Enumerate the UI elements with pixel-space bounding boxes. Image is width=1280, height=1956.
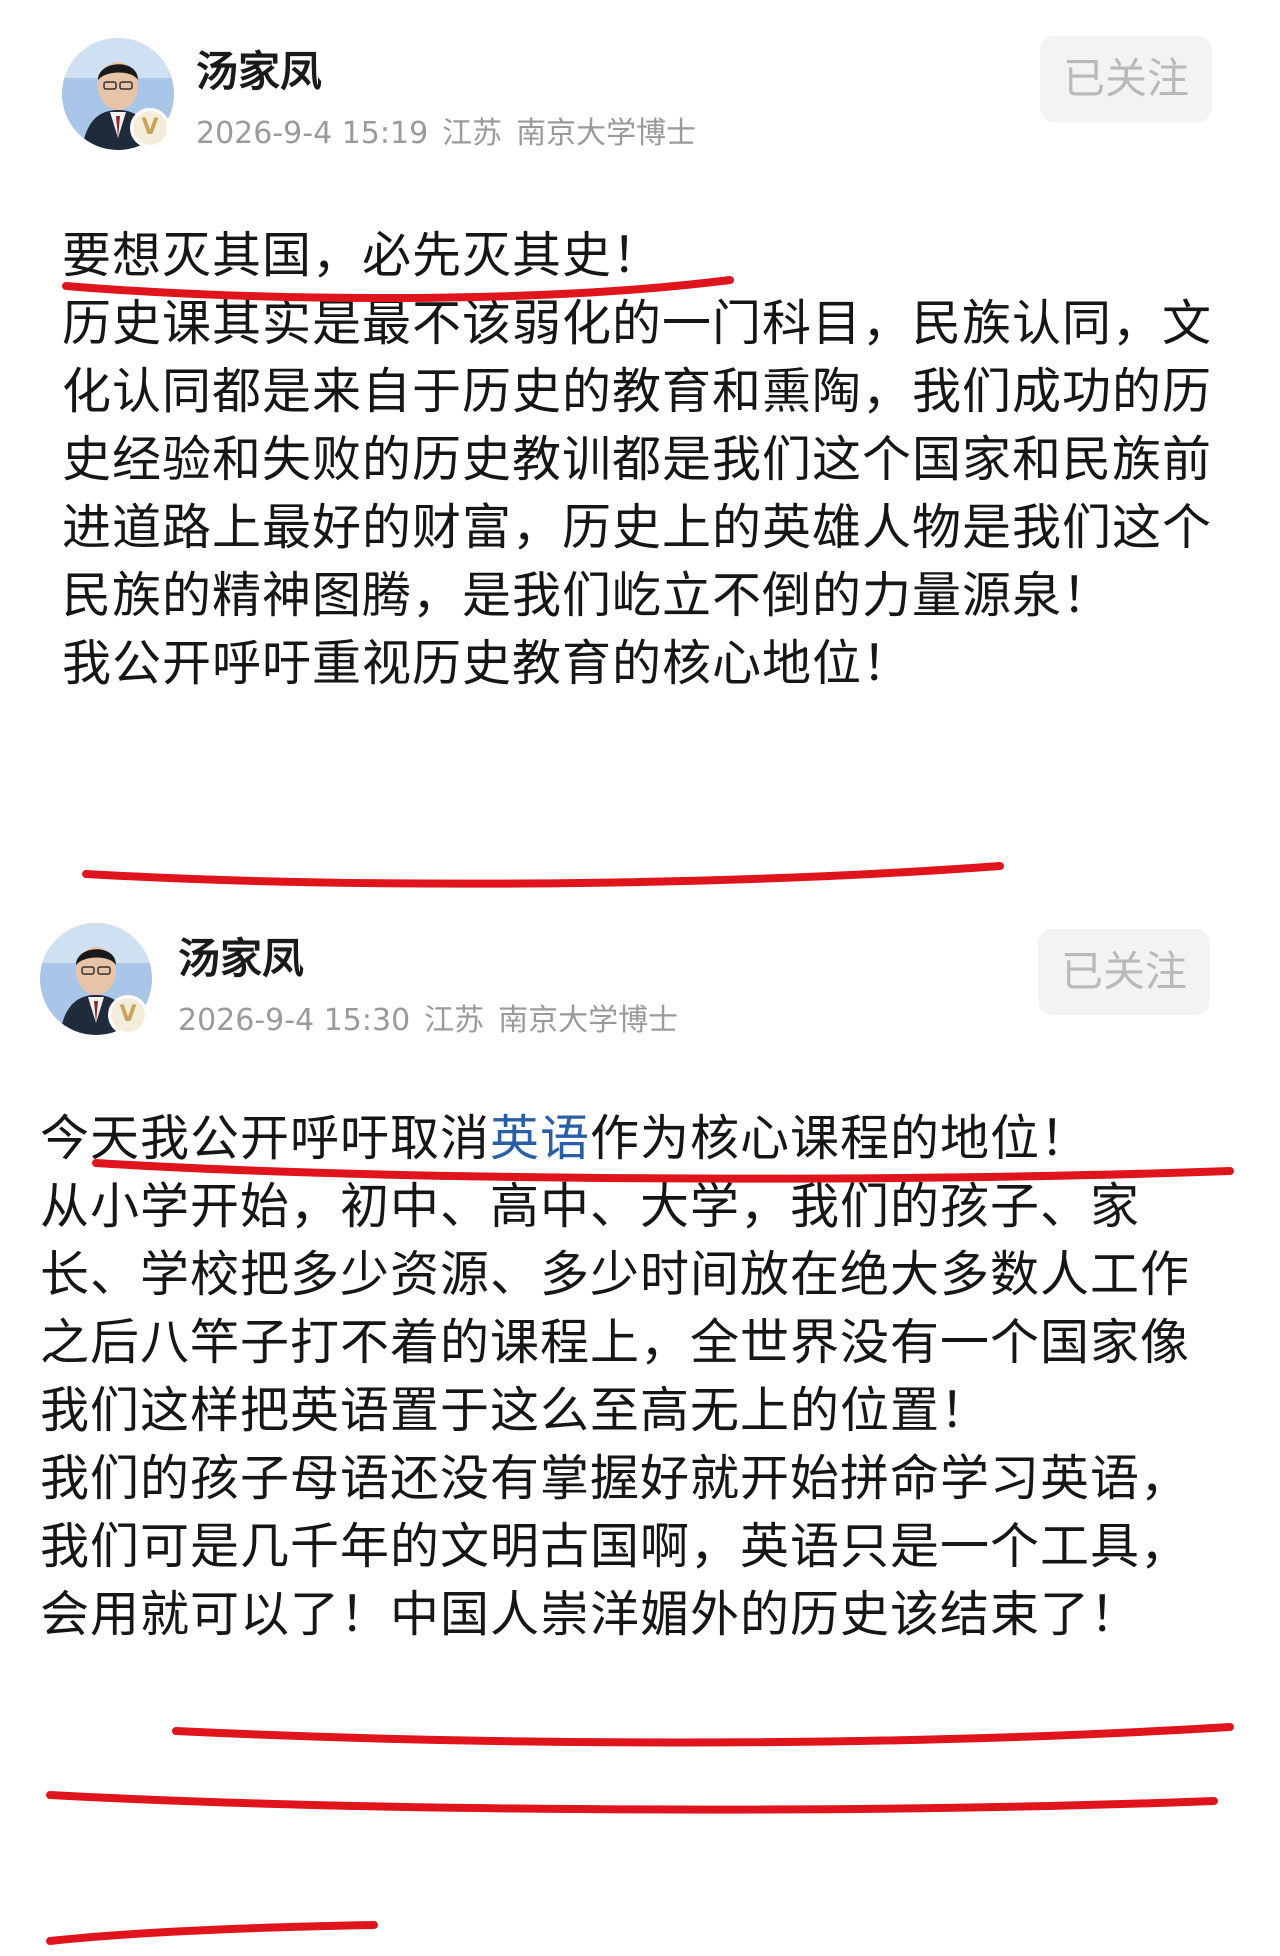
post-datetime: 2026-9-4 15:30 xyxy=(178,1003,411,1038)
headline-text: 今天我公开呼吁取消英语作为核心课程的地位！ xyxy=(40,1105,1235,1173)
post-region: 江苏 xyxy=(442,116,503,151)
author-name[interactable]: 汤家凤 xyxy=(196,38,322,99)
post-1: V 汤家凤 2026-9-4 15:19 江苏 南京大学博士 已关注 要想灭其国，必… xyxy=(0,0,1280,888)
body-text: 从小学开始，初中、高中、大学，我们的孩子、家长、学校把多少资源、多少时间放在绝大… xyxy=(40,1178,1191,1439)
underline-4 xyxy=(172,1723,1234,1747)
post-body: 要想灭其国，必先灭其史！ 历史课其实是最不该弱化的一门科目，民族认同，文化认同都… xyxy=(62,222,1232,698)
headline-part-1: 今天我公开呼吁取消 xyxy=(40,1110,491,1167)
post-2: V 汤家凤 2026-9-4 15:30 江苏 南京大学博士 已关注 今天我公开呼吁… xyxy=(0,885,1280,1956)
body-text: 历史课其实是最不该弱化的一门科目，民族认同，文化认同都是来自于历史的教育和熏陶，… xyxy=(62,295,1213,624)
post-region: 江苏 xyxy=(424,1003,485,1038)
underline-5 xyxy=(46,1791,1218,1814)
author-title: 南京大学博士 xyxy=(498,1003,679,1038)
underline-6 xyxy=(46,1921,378,1945)
post-datetime: 2026-9-4 15:19 xyxy=(196,116,429,151)
author-name[interactable]: 汤家凤 xyxy=(178,925,304,986)
english-topic-link[interactable]: 英语 xyxy=(490,1110,590,1167)
post-meta: 2026-9-4 15:30 江苏 南京大学博士 xyxy=(178,995,692,1039)
post-meta: 2026-9-4 15:19 江苏 南京大学博士 xyxy=(196,108,710,152)
closing-text: 我公开呼吁重视历史教育的核心地位！ xyxy=(62,635,913,692)
closing-text: 我们的孩子母语还没有掌握好就开始拼命学习英语，我们可是几千年的文明古国啊，英语只… xyxy=(40,1450,1191,1643)
headline-part-2: 作为核心课程的地位！ xyxy=(590,1110,1091,1167)
verified-badge-icon: V xyxy=(130,108,170,148)
post-body: 今天我公开呼吁取消英语作为核心课程的地位！ 从小学开始，初中、高中、大学，我们的… xyxy=(40,1105,1235,1649)
follow-button[interactable]: 已关注 xyxy=(1038,929,1210,1015)
author-title: 南京大学博士 xyxy=(516,116,697,151)
headline-text: 要想灭其国，必先灭其史！ xyxy=(62,227,663,284)
follow-button[interactable]: 已关注 xyxy=(1040,36,1212,122)
verified-badge-icon: V xyxy=(108,995,148,1035)
